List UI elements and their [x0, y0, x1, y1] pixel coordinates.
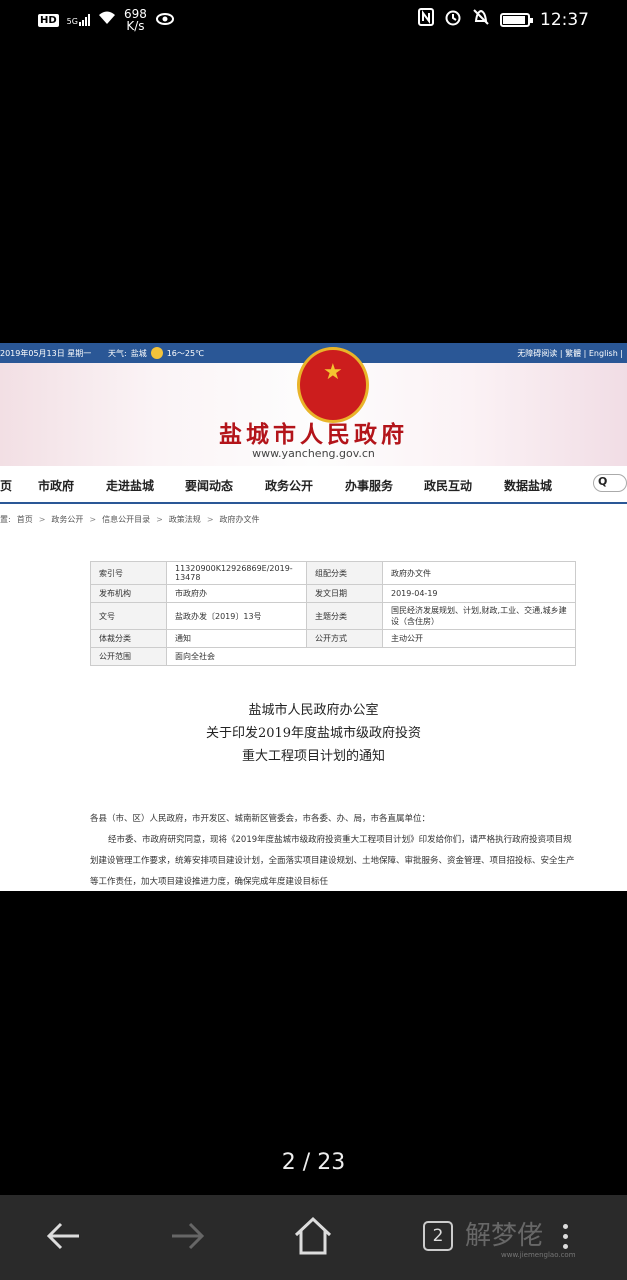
site-banner: 盐城市人民政府 www.yancheng.gov.cn: [0, 347, 627, 466]
document-body: 各县（市、区）人民政府，市开发区、城南新区管委会，市各委、办、局，市各直属单位：…: [90, 809, 576, 891]
battery-level: [503, 15, 526, 24]
table-row: 索引号 11320900K12926869E/2019-13478 组配分类 政…: [90, 561, 576, 585]
alarm-icon: [444, 8, 462, 31]
status-left: HD 5G 698 K/s: [38, 8, 175, 32]
weather-temp: 16～25℃: [166, 348, 205, 358]
info-key: 索引号: [90, 561, 167, 585]
tabs-count: 2: [423, 1221, 453, 1251]
net-speed-unit: K/s: [126, 19, 145, 33]
nav-item-services[interactable]: 办事服务: [345, 477, 393, 494]
document-info-table: 索引号 11320900K12926869E/2019-13478 组配分类 政…: [90, 561, 576, 666]
info-value: 政府办文件: [382, 561, 576, 585]
info-value: 2019-04-19: [382, 584, 576, 603]
home-button[interactable]: [290, 1213, 336, 1259]
wifi-icon: [98, 11, 116, 29]
watermark-text: 解梦佬: [465, 1221, 544, 1251]
breadcrumb-item[interactable]: 政务公开: [51, 514, 83, 525]
table-row: 体裁分类 通知 公开方式 主动公开: [90, 629, 576, 648]
document-title-line: 关于印发2019年度盐城市级政府投资: [205, 726, 422, 741]
browser-bottom-bar: 2 解梦佬 www.jiemenglao.com: [0, 1195, 627, 1280]
breadcrumb-item[interactable]: 首页: [17, 514, 33, 525]
network-type-label: 5G: [66, 17, 78, 26]
net-speed: 698 K/s: [124, 8, 147, 32]
nav-item-home[interactable]: 页: [0, 477, 12, 494]
site-title: 盐城市人民政府: [219, 422, 408, 448]
back-arrow-icon: [46, 1222, 79, 1250]
info-value: 盐政办发〔2019〕13号: [166, 602, 307, 630]
info-value: 国民经济发展规划、计划,财政,工业、交通,城乡建设（含住房）: [382, 602, 576, 630]
status-right: 12:37: [418, 8, 589, 31]
hd-icon: HD: [38, 13, 59, 27]
tabs-button[interactable]: 2: [415, 1213, 461, 1259]
back-button[interactable]: [40, 1213, 86, 1259]
info-key: 组配分类: [306, 561, 383, 585]
home-icon: [294, 1216, 332, 1255]
nav-item-interaction[interactable]: 政民互动: [424, 477, 472, 494]
weather-city: 盐城: [130, 348, 147, 358]
mute-icon: [472, 8, 490, 31]
info-value: 主动公开: [382, 629, 576, 648]
clock: 12:37: [540, 9, 589, 30]
breadcrumb-separator: >: [89, 514, 97, 524]
info-key: 公开范围: [90, 647, 167, 666]
breadcrumb-item[interactable]: 信息公开目录: [102, 514, 150, 525]
nav-item-news[interactable]: 要闻动态: [185, 477, 233, 494]
eye-icon: [155, 11, 175, 29]
sun-icon: [150, 347, 163, 359]
site-date: 2019年05月13日 星期一: [0, 348, 92, 358]
nav-item-about[interactable]: 走进盐城: [106, 477, 154, 494]
info-value: 市政府办: [166, 584, 307, 603]
info-key: 发布机构: [90, 584, 167, 603]
forward-button[interactable]: [165, 1213, 211, 1259]
weather-label: 天气:: [108, 348, 127, 358]
site-nav: 页 市政府 走进盐城 要闻动态 政务公开 办事服务 政民互动 数据盐城 Q: [0, 466, 627, 504]
info-value: 面向全社会: [166, 647, 576, 666]
forward-arrow-icon: [172, 1222, 205, 1250]
site-weather: 天气: 盐城 16～25℃: [108, 347, 204, 359]
table-row: 发布机构 市政府办 发文日期 2019-04-19: [90, 584, 576, 603]
site-url: www.yancheng.gov.cn: [252, 447, 375, 460]
info-value: 11320900K12926869E/2019-13478: [166, 561, 307, 585]
breadcrumb: 置: 首页 > 政务公开 > 信息公开目录 > 政策法规 > 政府办文件: [0, 504, 627, 534]
search-icon[interactable]: Q: [593, 474, 627, 492]
status-bar: HD 5G 698 K/s 12:37: [0, 0, 627, 38]
breadcrumb-separator: >: [156, 514, 163, 524]
nav-item-government[interactable]: 市政府: [38, 477, 74, 494]
info-key: 发文日期: [306, 584, 383, 603]
web-page-image[interactable]: 2019年05月13日 星期一 天气: 盐城 16～25℃ 无障碍阅读 | 繁體…: [0, 343, 627, 891]
info-value: 通知: [166, 629, 307, 648]
site-topbar-links[interactable]: 无障碍阅读 | 繁體 | English |: [517, 348, 623, 359]
info-key: 体裁分类: [90, 629, 167, 648]
nfc-icon: [418, 8, 434, 31]
page-counter: 2 / 23: [281, 1150, 346, 1175]
breadcrumb-item[interactable]: 政府办文件: [220, 514, 260, 525]
breadcrumb-prefix: 置:: [0, 514, 11, 524]
breadcrumb-separator: >: [206, 514, 214, 524]
national-emblem-icon: [297, 347, 369, 423]
document-title-line: 盐城市人民政府办公室: [248, 703, 379, 718]
document-title-line: 重大工程项目计划的通知: [241, 749, 385, 764]
body-paragraph: 经市委、市政府研究同意，现将《2019年度盐城市级政府投资重大工程项目计划》印发…: [90, 835, 575, 887]
battery-icon: [500, 12, 533, 27]
breadcrumb-separator: >: [38, 514, 46, 524]
document-title: 盐城市人民政府办公室 关于印发2019年度盐城市级政府投资 重大工程项目计划的通…: [0, 699, 627, 768]
breadcrumb-item[interactable]: 政策法规: [169, 514, 201, 525]
body-paragraph: 各县（市、区）人民政府，市开发区、城南新区管委会，市各委、办、局，市各直属单位：: [90, 814, 431, 824]
nav-item-data[interactable]: 数据盐城: [504, 477, 552, 494]
menu-button[interactable]: [542, 1213, 588, 1259]
nav-item-open-affairs[interactable]: 政务公开: [265, 477, 313, 494]
table-row: 文号 盐政办发〔2019〕13号 主题分类 国民经济发展规划、计划,财政,工业、…: [90, 602, 576, 630]
more-dots-icon: [562, 1223, 568, 1249]
table-row: 公开范围 面向全社会: [90, 647, 576, 666]
watermark-logo: 解梦佬 www.jiemenglao.com: [465, 1215, 576, 1259]
signal-icon: 5G: [67, 14, 90, 26]
info-key: 公开方式: [306, 629, 383, 648]
info-key: 文号: [90, 602, 167, 630]
info-key: 主题分类: [306, 602, 383, 630]
